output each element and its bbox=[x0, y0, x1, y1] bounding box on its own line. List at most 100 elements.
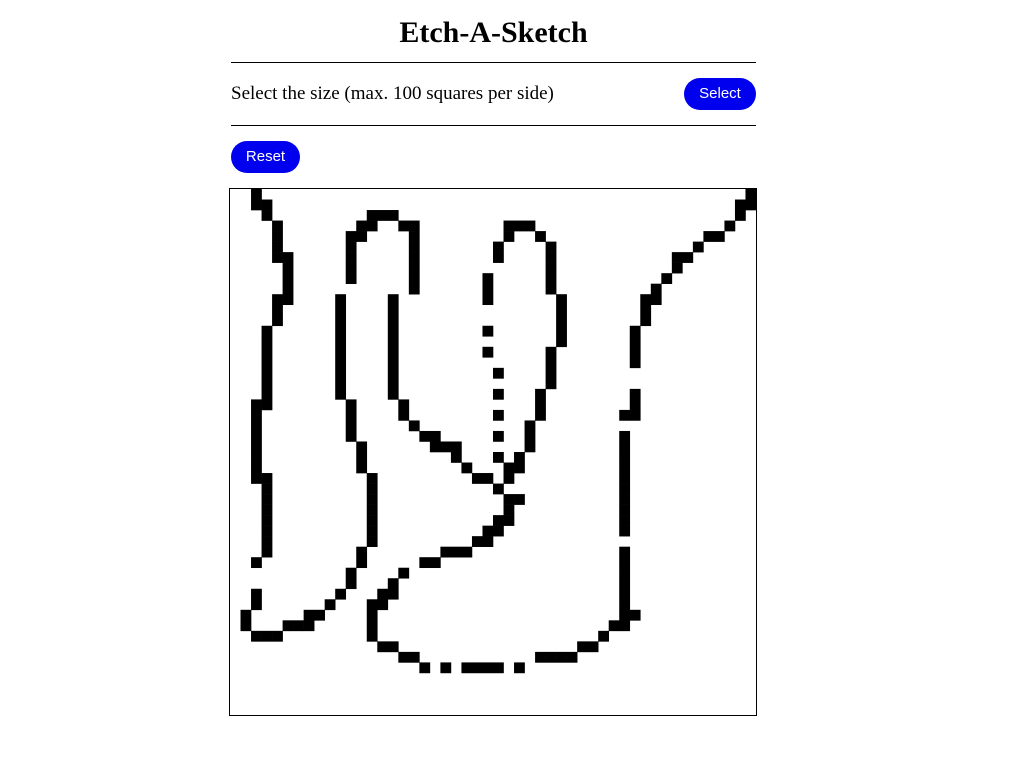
sketch-grid-canvas[interactable] bbox=[230, 189, 756, 715]
grid-cell-filled[interactable] bbox=[493, 515, 504, 526]
grid-cell-filled[interactable] bbox=[545, 651, 557, 663]
grid-cell-filled[interactable] bbox=[440, 546, 452, 558]
grid-cell-filled[interactable] bbox=[482, 283, 494, 295]
grid-cell-filled[interactable] bbox=[335, 357, 347, 369]
grid-cell-filled[interactable] bbox=[366, 609, 378, 621]
grid-cell-filled[interactable] bbox=[482, 525, 494, 537]
grid-cell-filled[interactable] bbox=[482, 662, 494, 674]
grid-cell-filled[interactable] bbox=[293, 620, 304, 632]
grid-cell-filled[interactable] bbox=[619, 494, 631, 505]
grid-cell-filled[interactable] bbox=[535, 231, 546, 242]
grid-cell-filled[interactable] bbox=[345, 399, 357, 411]
grid-cell-filled[interactable] bbox=[387, 378, 399, 390]
grid-cell-filled[interactable] bbox=[345, 231, 357, 242]
grid-cell-filled[interactable] bbox=[545, 357, 557, 369]
grid-cell-filled[interactable] bbox=[619, 515, 631, 526]
grid-cell-filled[interactable] bbox=[282, 294, 294, 306]
grid-cell-filled[interactable] bbox=[671, 252, 683, 263]
grid-cell-filled[interactable] bbox=[261, 504, 273, 516]
grid-cell-filled[interactable] bbox=[335, 388, 347, 400]
grid-cell-filled[interactable] bbox=[629, 336, 641, 348]
grid-cell-filled[interactable] bbox=[629, 346, 641, 358]
grid-cell-filled[interactable] bbox=[272, 630, 283, 642]
grid-cell-filled[interactable] bbox=[345, 252, 357, 263]
grid-cell-filled[interactable] bbox=[587, 641, 599, 653]
grid-cell-filled[interactable] bbox=[692, 241, 704, 253]
grid-cell-filled[interactable] bbox=[251, 473, 262, 484]
grid-cell-filled[interactable] bbox=[419, 430, 431, 442]
grid-cell-filled[interactable] bbox=[503, 473, 515, 484]
grid-cell-filled[interactable] bbox=[366, 620, 378, 632]
grid-cell-filled[interactable] bbox=[408, 241, 420, 253]
grid-cell-filled[interactable] bbox=[429, 557, 441, 569]
grid-cell-filled[interactable] bbox=[366, 220, 378, 232]
grid-cell-filled[interactable] bbox=[524, 220, 536, 232]
grid-cell-filled[interactable] bbox=[408, 273, 420, 284]
grid-cell-filled[interactable] bbox=[387, 315, 399, 327]
grid-cell-filled[interactable] bbox=[514, 220, 525, 232]
grid-cell-filled[interactable] bbox=[629, 409, 641, 421]
grid-cell-filled[interactable] bbox=[419, 662, 431, 674]
grid-cell-filled[interactable] bbox=[261, 630, 273, 642]
grid-cell-filled[interactable] bbox=[577, 641, 588, 653]
grid-cell-filled[interactable] bbox=[524, 430, 536, 442]
grid-cell-filled[interactable] bbox=[514, 462, 525, 474]
grid-cell-filled[interactable] bbox=[503, 515, 515, 526]
grid-cell-filled[interactable] bbox=[503, 494, 515, 505]
grid-cell-filled[interactable] bbox=[408, 262, 420, 274]
grid-cell-filled[interactable] bbox=[387, 388, 399, 400]
grid-cell-filled[interactable] bbox=[619, 473, 631, 484]
grid-cell-filled[interactable] bbox=[335, 315, 347, 327]
grid-cell-filled[interactable] bbox=[366, 210, 378, 221]
grid-cell-filled[interactable] bbox=[335, 325, 347, 337]
grid-cell-filled[interactable] bbox=[545, 367, 557, 379]
grid-cell-filled[interactable] bbox=[261, 378, 273, 390]
grid-cell-filled[interactable] bbox=[482, 273, 494, 284]
grid-cell-filled[interactable] bbox=[251, 189, 262, 200]
grid-cell-filled[interactable] bbox=[282, 262, 294, 274]
grid-cell-filled[interactable] bbox=[251, 452, 262, 463]
grid-cell-filled[interactable] bbox=[272, 220, 283, 232]
grid-cell-filled[interactable] bbox=[619, 557, 631, 569]
grid-cell-filled[interactable] bbox=[493, 367, 504, 379]
grid-cell-filled[interactable] bbox=[503, 220, 515, 232]
grid-cell-filled[interactable] bbox=[619, 599, 631, 611]
grid-cell-filled[interactable] bbox=[251, 441, 262, 453]
grid-cell-filled[interactable] bbox=[387, 641, 399, 653]
grid-cell-filled[interactable] bbox=[272, 294, 283, 306]
grid-cell-filled[interactable] bbox=[619, 409, 631, 421]
grid-cell-filled[interactable] bbox=[261, 325, 273, 337]
grid-cell-filled[interactable] bbox=[608, 620, 620, 632]
grid-cell-filled[interactable] bbox=[408, 420, 420, 432]
grid-cell-filled[interactable] bbox=[429, 441, 441, 453]
grid-cell-filled[interactable] bbox=[650, 283, 662, 295]
grid-cell-filled[interactable] bbox=[619, 620, 631, 632]
grid-cell-filled[interactable] bbox=[261, 210, 273, 221]
grid-cell-filled[interactable] bbox=[535, 651, 546, 663]
grid-cell-filled[interactable] bbox=[282, 273, 294, 284]
grid-cell-filled[interactable] bbox=[482, 294, 494, 306]
grid-cell-filled[interactable] bbox=[387, 346, 399, 358]
grid-cell-filled[interactable] bbox=[261, 473, 273, 484]
grid-cell-filled[interactable] bbox=[461, 546, 473, 558]
grid-cell-filled[interactable] bbox=[556, 304, 567, 316]
grid-cell-filled[interactable] bbox=[545, 241, 557, 253]
grid-cell-filled[interactable] bbox=[619, 588, 631, 600]
grid-cell-filled[interactable] bbox=[251, 630, 262, 642]
grid-cell-filled[interactable] bbox=[545, 378, 557, 390]
grid-cell-filled[interactable] bbox=[619, 504, 631, 516]
grid-cell-filled[interactable] bbox=[272, 252, 283, 263]
grid-cell-filled[interactable] bbox=[251, 399, 262, 411]
grid-cell-filled[interactable] bbox=[303, 609, 315, 621]
grid-cell-filled[interactable] bbox=[535, 399, 546, 411]
grid-cell-filled[interactable] bbox=[398, 399, 410, 411]
grid-cell-filled[interactable] bbox=[682, 252, 694, 263]
grid-cell-filled[interactable] bbox=[387, 325, 399, 337]
grid-cell-filled[interactable] bbox=[408, 231, 420, 242]
grid-cell-filled[interactable] bbox=[398, 220, 410, 232]
grid-cell-filled[interactable] bbox=[482, 536, 494, 547]
grid-cell-filled[interactable] bbox=[261, 536, 273, 547]
grid-cell-filled[interactable] bbox=[556, 336, 567, 348]
grid-cell-filled[interactable] bbox=[493, 452, 504, 463]
grid-cell-filled[interactable] bbox=[251, 409, 262, 421]
